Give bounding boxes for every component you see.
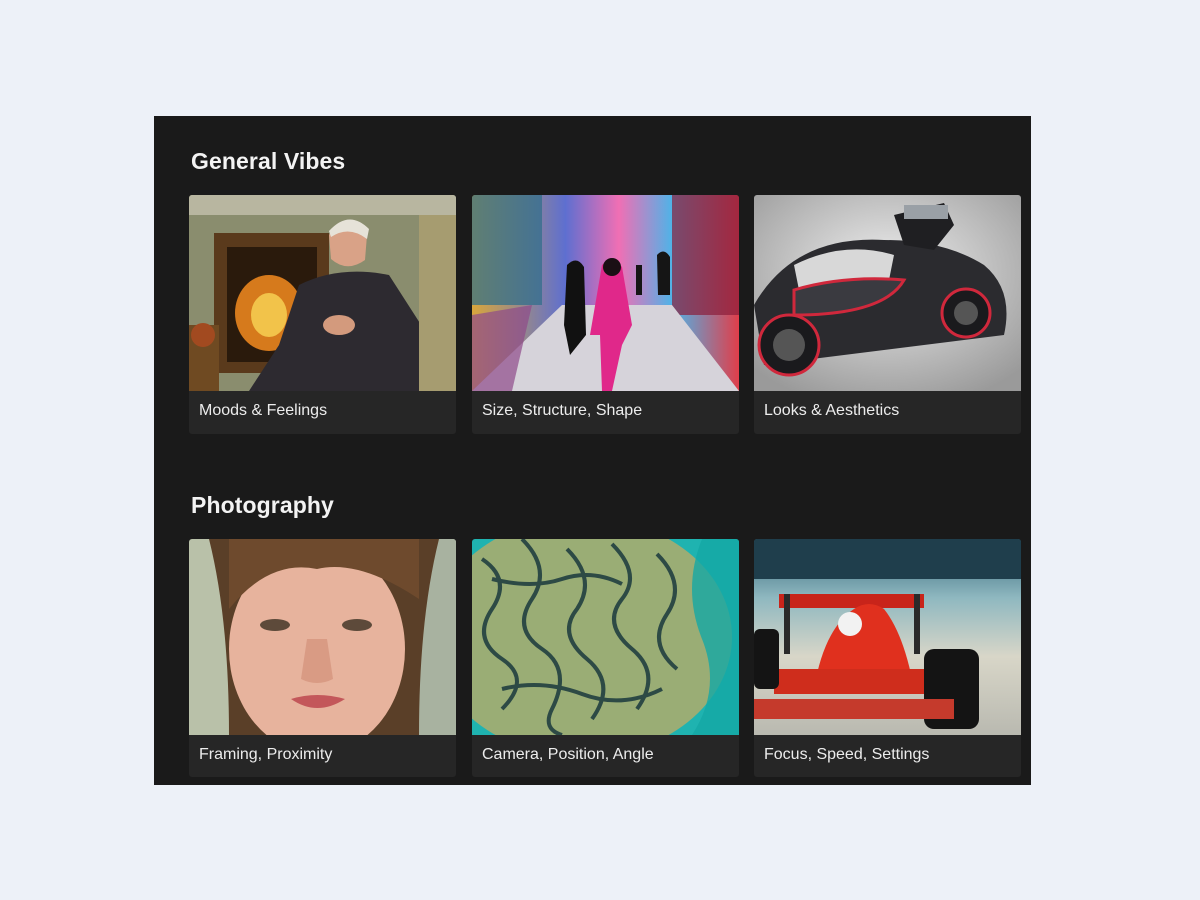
section-title: Photography (191, 492, 334, 518)
face-closeup-image (189, 539, 456, 735)
neon-street-image (472, 195, 739, 391)
card-label: Size, Structure, Shape (482, 402, 643, 419)
card-framing-proximity[interactable]: Framing, Proximity (189, 539, 456, 777)
oil-portrait-image (189, 195, 456, 391)
card-size-structure-shape[interactable]: Size, Structure, Shape (472, 195, 739, 434)
card-focus-speed-settings[interactable]: Focus, Speed, Settings (754, 539, 1021, 777)
card-label: Camera, Position, Angle (482, 746, 654, 763)
card-label: Moods & Feelings (199, 402, 328, 419)
concept-car-image (754, 195, 1021, 391)
card-looks-aesthetics[interactable]: Looks & Aesthetics (754, 195, 1021, 434)
section-title: General Vibes (191, 148, 346, 174)
category-panel: General Vibes Moods & Feelings Size, Str… (154, 116, 1031, 785)
aerial-coral-image (472, 539, 739, 735)
race-car-image (754, 539, 1021, 735)
card-label: Framing, Proximity (199, 746, 333, 763)
card-moods-feelings[interactable]: Moods & Feelings (189, 195, 456, 434)
card-camera-position-angle[interactable]: Camera, Position, Angle (472, 539, 739, 777)
card-label: Looks & Aesthetics (764, 402, 900, 419)
card-label: Focus, Speed, Settings (764, 746, 930, 763)
